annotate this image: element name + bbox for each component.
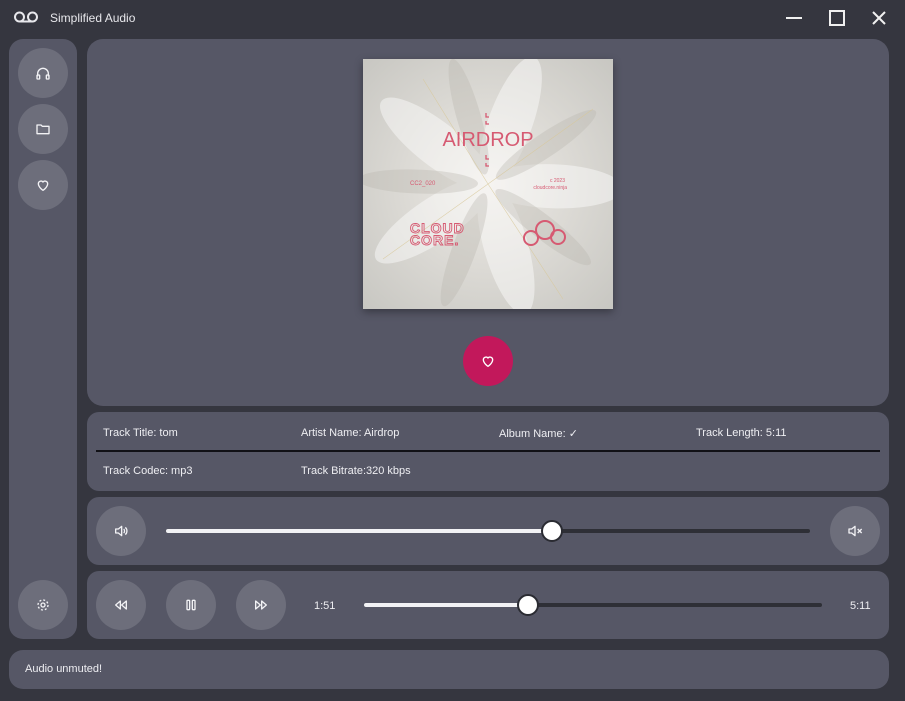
folder-icon (36, 124, 50, 135)
voicemail-icon (14, 11, 38, 23)
seek-slider[interactable] (364, 594, 822, 616)
title-bar: Simplified Audio (0, 0, 905, 36)
track-bitrate: Track Bitrate:320 kbps (301, 465, 411, 477)
total-time: 5:11 (850, 600, 871, 612)
sidebar-item-now-playing[interactable] (18, 48, 68, 98)
minimize-button[interactable] (782, 6, 806, 30)
mute-button[interactable] (830, 506, 880, 556)
sidebar-item-library[interactable] (18, 104, 68, 154)
close-button[interactable] (867, 6, 891, 30)
seek-slider-handle[interactable] (516, 594, 539, 616)
heart-icon (37, 180, 49, 191)
artist-name: Artist Name: Airdrop (301, 427, 400, 439)
maximize-button[interactable] (825, 6, 849, 30)
rewind-button[interactable] (96, 580, 146, 630)
gear-icon (37, 599, 49, 611)
volume-slider-handle[interactable] (541, 520, 564, 542)
album-cover: AIRDROP CC2_020 c 2023 cloudcore.ninja C… (363, 59, 613, 309)
pause-icon (186, 599, 196, 611)
status-message: Audio unmuted! (25, 663, 103, 675)
track-info-panel: Track Title: tom Artist Name: Airdrop Al… (87, 412, 889, 491)
track-length: Track Length: 5:11 (696, 427, 787, 439)
settings-button[interactable] (18, 580, 68, 630)
volume-slider[interactable] (166, 520, 810, 542)
album-name: Album Name: ✓ (499, 428, 578, 440)
volume-panel (87, 497, 889, 565)
playback-panel: 1:51 5:11 (87, 571, 889, 639)
album-art-panel: AIRDROP CC2_020 c 2023 cloudcore.ninja C… (87, 39, 889, 406)
speaker-mute-icon (848, 525, 863, 537)
album-label-site: cloudcore.ninja (533, 185, 567, 191)
album-catalog-text: CC2_020 (410, 181, 436, 187)
track-title: Track Title: tom (103, 427, 178, 439)
album-logo-line2: CORE. (410, 232, 459, 248)
elapsed-time: 1:51 (314, 600, 336, 612)
like-button[interactable] (463, 336, 513, 386)
status-bar: Audio unmuted! (9, 650, 889, 689)
volume-up-button[interactable] (96, 506, 146, 556)
album-title-text: AIRDROP (442, 129, 533, 151)
sidebar-item-favorites[interactable] (18, 160, 68, 210)
seek-slider-fill (364, 603, 528, 607)
track-codec: Track Codec: mp3 (103, 465, 193, 477)
speaker-icon (115, 525, 128, 537)
info-divider (96, 450, 880, 452)
pause-button[interactable] (166, 580, 216, 630)
headphones-icon (36, 67, 50, 80)
window-title: Simplified Audio (50, 11, 136, 25)
rewind-icon (115, 600, 127, 610)
album-label-year: c 2023 (550, 178, 565, 184)
fast-forward-button[interactable] (236, 580, 286, 630)
heart-icon (482, 356, 494, 367)
fast-forward-icon (255, 600, 267, 610)
volume-slider-fill (166, 529, 553, 533)
sidebar (9, 39, 77, 639)
